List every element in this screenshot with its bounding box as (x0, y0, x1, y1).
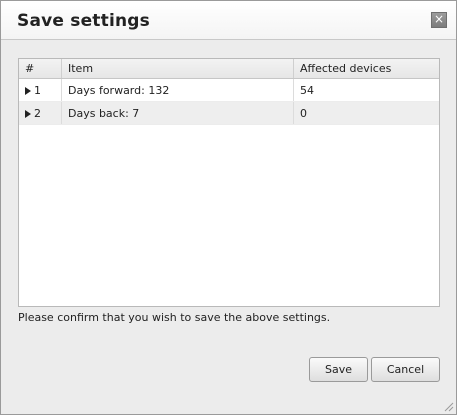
settings-table: # Item Affected devices 1 Days forward: … (18, 58, 440, 307)
save-settings-dialog: Save settings × # Item Affected devices … (0, 0, 457, 415)
table-row[interactable]: 1 Days forward: 132 54 (19, 78, 439, 102)
dialog-titlebar: Save settings × (1, 1, 456, 40)
affected-devices-cell: 0 (293, 101, 439, 125)
affected-devices-cell: 54 (293, 78, 439, 102)
cancel-button[interactable]: Cancel (371, 357, 440, 382)
row-number: 2 (34, 106, 41, 120)
table-header-row: # Item Affected devices (19, 59, 439, 79)
table-row[interactable]: 2 Days back: 7 0 (19, 101, 439, 125)
resize-grip-icon[interactable] (442, 400, 454, 412)
close-icon[interactable]: × (431, 12, 447, 28)
row-number-cell: 1 (19, 78, 62, 102)
item-cell: Days forward: 132 (61, 78, 294, 102)
column-header-affected-devices[interactable]: Affected devices (293, 59, 439, 79)
item-cell: Days back: 7 (61, 101, 294, 125)
triangle-right-icon[interactable] (25, 109, 31, 118)
row-number-cell: 2 (19, 101, 62, 125)
dialog-title: Save settings (17, 11, 150, 31)
save-button[interactable]: Save (309, 357, 368, 382)
column-header-item[interactable]: Item (61, 59, 294, 79)
confirm-message: Please confirm that you wish to save the… (18, 311, 331, 324)
column-header-number[interactable]: # (19, 59, 62, 79)
row-number: 1 (34, 83, 41, 97)
triangle-right-icon[interactable] (25, 86, 31, 95)
